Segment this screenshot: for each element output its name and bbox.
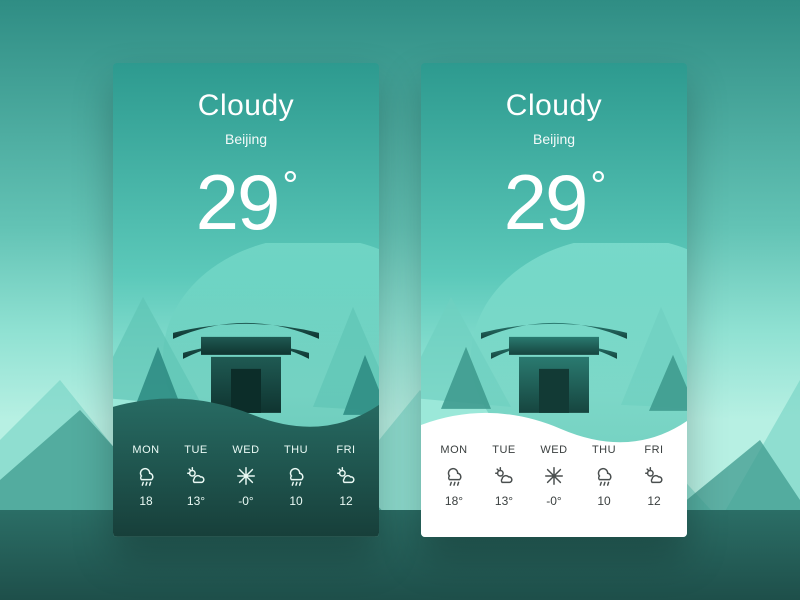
rain-icon (442, 464, 466, 488)
forecast-temp: 10 (274, 494, 318, 508)
partly-sunny-icon (642, 464, 666, 488)
card-header: Cloudy Beijing 29° (113, 63, 379, 248)
forecast-day-label: THU (582, 444, 626, 456)
card-container: Cloudy Beijing 29° MON 18 TUE 13° WED -0… (0, 0, 800, 600)
card-header: Cloudy Beijing 29° (421, 63, 687, 248)
forecast-day-label: FRI (324, 444, 368, 456)
forecast-day[interactable]: FRI 12 (632, 444, 676, 508)
temperature-value: 29° (113, 157, 379, 248)
forecast-row: MON 18° TUE 13° WED -0° THU 10 FRI (421, 419, 687, 537)
degree-symbol: ° (590, 164, 604, 208)
weather-condition: Cloudy (113, 89, 379, 123)
forecast-day[interactable]: WED -0° (224, 444, 268, 508)
forecast-day[interactable]: THU 10 (582, 444, 626, 508)
forecast-day-label: THU (274, 444, 318, 456)
forecast-day[interactable]: WED -0° (532, 444, 576, 508)
forecast-day[interactable]: MON 18° (432, 444, 476, 508)
forecast-temp: 18 (124, 494, 168, 508)
forecast-day-label: TUE (482, 444, 526, 456)
weather-card-dark[interactable]: Cloudy Beijing 29° MON 18 TUE 13° WED -0… (113, 63, 379, 537)
forecast-temp: 12 (324, 494, 368, 508)
forecast-temp: 10 (582, 494, 626, 508)
rain-icon (592, 464, 616, 488)
city-label: Beijing (113, 131, 379, 147)
forecast-day[interactable]: TUE 13° (174, 444, 218, 508)
forecast-day-label: FRI (632, 444, 676, 456)
temperature-value: 29° (421, 157, 687, 248)
forecast-temp: 13° (174, 494, 218, 508)
rain-icon (134, 464, 158, 488)
forecast-day-label: TUE (174, 444, 218, 456)
forecast-day[interactable]: FRI 12 (324, 444, 368, 508)
forecast-day[interactable]: MON 18 (124, 444, 168, 508)
partly-sunny-icon (334, 464, 358, 488)
forecast-day-label: WED (532, 444, 576, 456)
forecast-temp: -0° (224, 494, 268, 508)
weather-condition: Cloudy (421, 89, 687, 123)
forecast-day-label: WED (224, 444, 268, 456)
temperature-number: 29 (196, 158, 279, 246)
forecast-row: MON 18 TUE 13° WED -0° THU 10 FRI (113, 419, 379, 537)
forecast-temp: 13° (482, 494, 526, 508)
forecast-temp: 12 (632, 494, 676, 508)
forecast-day-label: MON (124, 444, 168, 456)
snow-icon (234, 464, 258, 488)
temperature-number: 29 (504, 158, 587, 246)
forecast-day[interactable]: THU 10 (274, 444, 318, 508)
partly-sunny-icon (492, 464, 516, 488)
forecast-temp: 18° (432, 494, 476, 508)
city-label: Beijing (421, 131, 687, 147)
rain-icon (284, 464, 308, 488)
degree-symbol: ° (282, 164, 296, 208)
snow-icon (542, 464, 566, 488)
partly-sunny-icon (184, 464, 208, 488)
weather-card-light[interactable]: Cloudy Beijing 29° MON 18° TUE 13° WED -… (421, 63, 687, 537)
forecast-temp: -0° (532, 494, 576, 508)
forecast-day-label: MON (432, 444, 476, 456)
forecast-day[interactable]: TUE 13° (482, 444, 526, 508)
